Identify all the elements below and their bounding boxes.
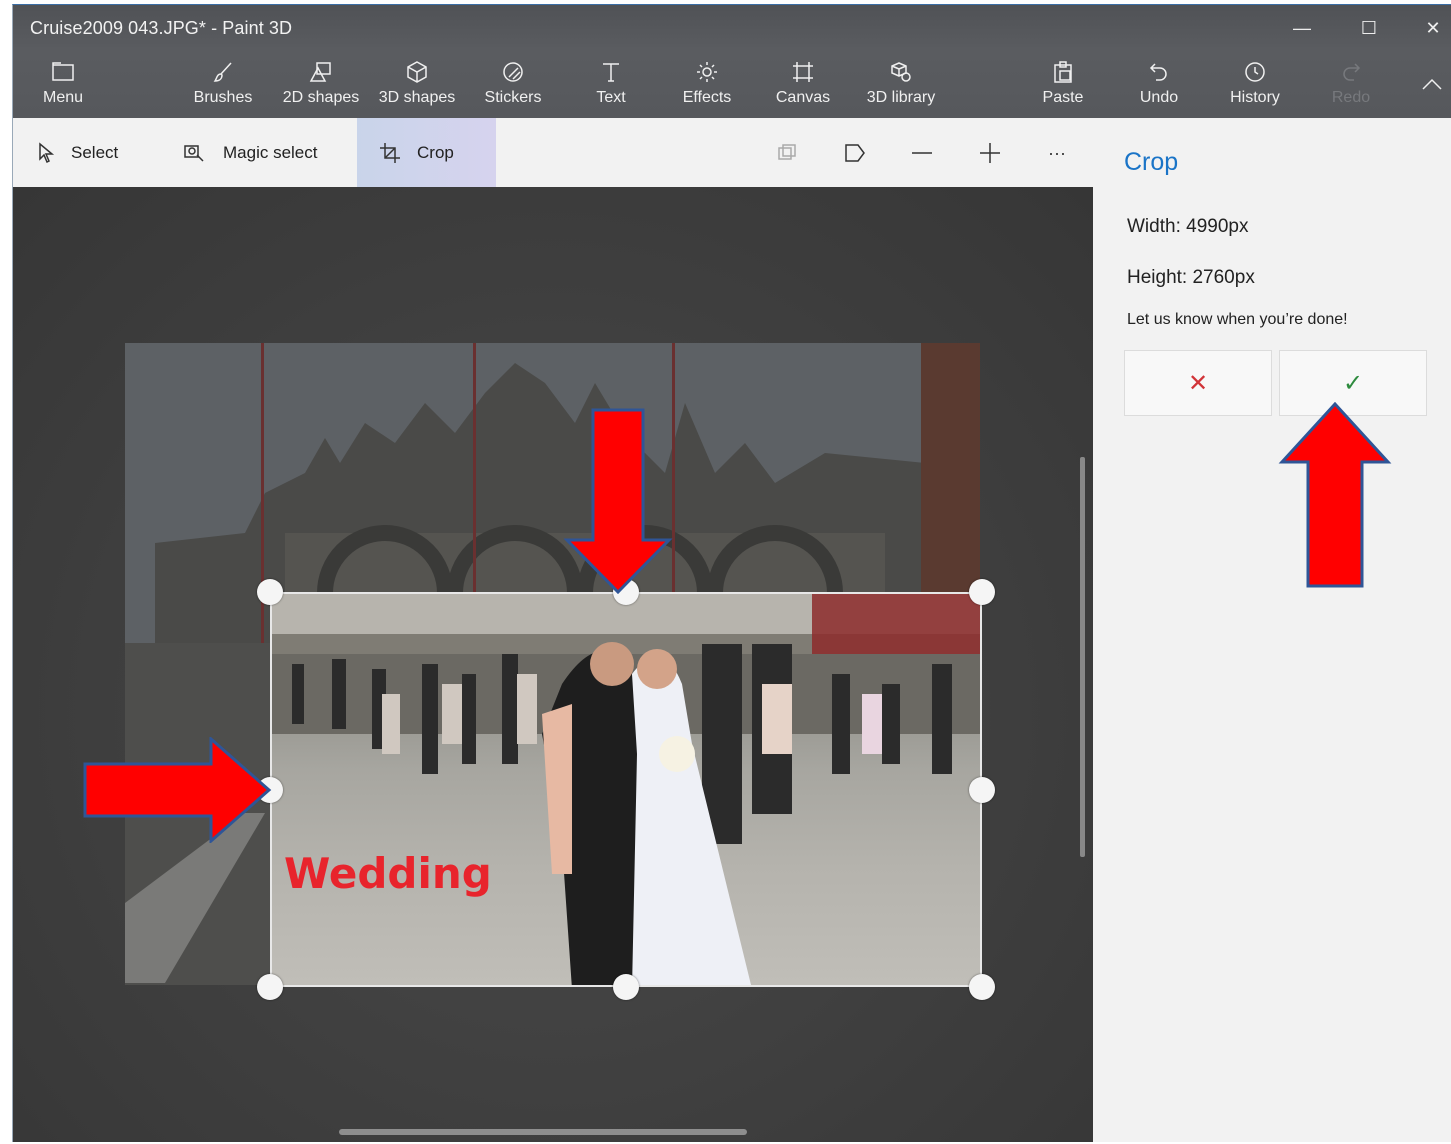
wedding-overlay-text[interactable]: Wedding bbox=[284, 849, 492, 898]
effects-tool[interactable]: Effects bbox=[681, 57, 733, 115]
crop-handle-top-right[interactable] bbox=[969, 579, 995, 605]
2d-shapes-icon bbox=[308, 57, 334, 87]
horizontal-scrollbar[interactable] bbox=[339, 1129, 747, 1135]
3d-library-tool[interactable]: 3D library bbox=[861, 57, 941, 115]
panel-title: Crop bbox=[1124, 148, 1179, 176]
history-button[interactable]: History bbox=[1227, 57, 1283, 115]
paste-button[interactable]: Paste bbox=[1041, 57, 1085, 115]
chevron-up-icon bbox=[1421, 69, 1443, 99]
crowd-photo-detail bbox=[272, 594, 980, 985]
crop-width-label: Width: 4990px bbox=[1127, 216, 1249, 237]
close-icon: ✕ bbox=[1187, 369, 1209, 397]
redo-button[interactable]: Redo bbox=[1329, 57, 1373, 115]
crop-handle-bottom-left[interactable] bbox=[257, 974, 283, 1000]
rotate-flip-icon[interactable] bbox=[841, 140, 869, 166]
canvas-icon bbox=[791, 57, 815, 87]
more-options-icon[interactable]: ··· bbox=[1043, 140, 1071, 166]
vertical-scrollbar[interactable] bbox=[1080, 457, 1085, 857]
maximize-button[interactable]: ☐ bbox=[1349, 13, 1389, 43]
3d-library-icon bbox=[889, 57, 913, 87]
brushes-tool[interactable]: Brushes bbox=[193, 57, 253, 115]
paint3d-window: Cruise2009 043.JPG* - Paint 3D — ☐ ✕ Men… bbox=[12, 4, 1451, 1142]
window-title: Cruise2009 043.JPG* - Paint 3D bbox=[30, 18, 293, 38]
clipboard-icon bbox=[1051, 57, 1075, 87]
2d-shapes-tool[interactable]: 2D shapes bbox=[281, 57, 361, 115]
zoom-in-icon[interactable] bbox=[976, 140, 1004, 166]
menu-button[interactable]: Menu bbox=[41, 57, 85, 115]
sun-icon bbox=[695, 57, 719, 87]
checkmark-icon: ✓ bbox=[1342, 369, 1364, 397]
crop-handle-bottom-right[interactable] bbox=[969, 974, 995, 1000]
redo-icon bbox=[1339, 57, 1363, 87]
crop-selection-area[interactable]: Wedding bbox=[270, 592, 982, 987]
arrow-down-annotation bbox=[563, 408, 673, 594]
crop-height-label: Height: 2760px bbox=[1127, 267, 1255, 288]
undo-button[interactable]: Undo bbox=[1137, 57, 1181, 115]
arrow-up-annotation bbox=[1278, 402, 1392, 588]
crop-handle-middle-right[interactable] bbox=[969, 777, 995, 803]
crop-handle-top-left[interactable] bbox=[257, 579, 283, 605]
text-icon bbox=[599, 57, 623, 87]
cancel-crop-button[interactable]: ✕ bbox=[1124, 350, 1272, 416]
magic-select-icon bbox=[184, 144, 204, 162]
3d-cube-icon bbox=[405, 57, 429, 87]
crop-handle-bottom-center[interactable] bbox=[613, 974, 639, 1000]
zoom-out-icon[interactable] bbox=[908, 140, 936, 166]
history-clock-icon bbox=[1243, 57, 1267, 87]
arrow-right-annotation bbox=[83, 737, 272, 843]
text-tool[interactable]: Text bbox=[589, 57, 633, 115]
minimize-button[interactable]: — bbox=[1282, 13, 1322, 43]
crop-icon bbox=[380, 142, 400, 163]
panel-hint-text: Let us know when you’re done! bbox=[1127, 311, 1348, 328]
canvas-tool[interactable]: Canvas bbox=[775, 57, 831, 115]
undo-icon bbox=[1147, 57, 1171, 87]
magic-select-tool[interactable]: Magic select bbox=[183, 118, 317, 187]
title-and-ribbon-bar: Cruise2009 043.JPG* - Paint 3D — ☐ ✕ Men… bbox=[13, 5, 1451, 118]
crop-side-panel: Crop Width: 4990px Height: 2760px Let us… bbox=[1093, 118, 1451, 1142]
3d-shapes-tool[interactable]: 3D shapes bbox=[377, 57, 457, 115]
sticker-icon bbox=[501, 57, 525, 87]
stickers-tool[interactable]: Stickers bbox=[483, 57, 543, 115]
close-window-button[interactable]: ✕ bbox=[1413, 13, 1451, 43]
select-tool[interactable]: Select bbox=[37, 118, 118, 187]
drawing-canvas[interactable]: Wedding bbox=[13, 187, 1093, 1142]
brush-icon bbox=[211, 57, 235, 87]
make-3d-icon[interactable] bbox=[773, 140, 801, 166]
folder-icon bbox=[51, 57, 75, 87]
crop-tool[interactable]: Crop bbox=[357, 118, 496, 187]
selection-toolbar: Select Magic select Crop ··· bbox=[13, 118, 1093, 187]
cursor-arrow-icon bbox=[39, 141, 55, 163]
